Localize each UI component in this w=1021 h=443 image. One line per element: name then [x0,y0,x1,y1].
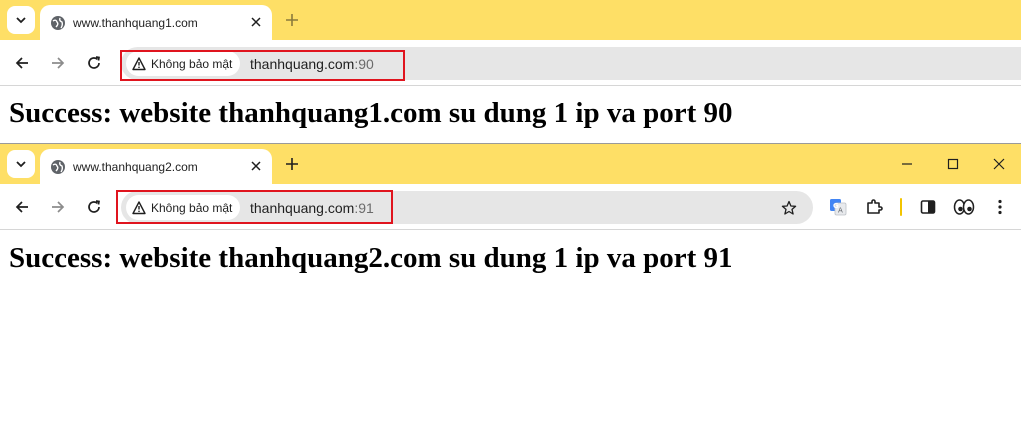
reload-icon[interactable] [82,51,106,75]
security-label: Không bảo mật [151,56,233,71]
url-text[interactable]: thanhquang.com:90 [250,56,374,72]
globe-icon [51,16,65,30]
forward-arrow-icon[interactable] [46,51,70,75]
side-panel-icon[interactable] [916,195,940,219]
close-icon[interactable] [248,14,264,30]
url-text[interactable]: thanhquang.com:91 [250,200,374,216]
toolbar-divider [900,198,902,216]
star-icon[interactable] [779,198,799,218]
url-host: thanhquang.com [250,200,355,216]
minimize-icon[interactable] [895,152,919,176]
maximize-icon[interactable] [941,152,965,176]
tab-active[interactable]: www.thanhquang1.com [40,5,272,41]
page-heading: Success: website thanhquang2.com su dung… [9,242,733,274]
window-close-icon[interactable] [987,152,1011,176]
forward-arrow-icon[interactable] [46,195,70,219]
more-menu-icon[interactable] [988,195,1012,219]
plus-icon[interactable] [282,154,302,174]
svg-text:A: A [838,207,843,215]
tab-active[interactable]: www.thanhquang2.com [40,149,272,185]
address-bar[interactable]: Không bảo mật thanhquang.com:90 [121,47,1021,80]
plus-icon[interactable] [282,10,302,30]
tab-strip: www.thanhquang1.com [0,0,1021,41]
page-heading: Success: website thanhquang1.com su dung… [9,97,733,129]
tab-search-icon[interactable] [7,150,35,178]
url-port: :90 [354,56,374,72]
back-arrow-icon[interactable] [10,51,34,75]
extensions-icon[interactable] [862,195,886,219]
security-chip[interactable]: Không bảo mật [126,195,241,220]
warning-icon [132,200,146,214]
url-host: thanhquang.com [250,56,355,72]
eyes-extension-icon[interactable] [952,195,976,219]
toolbar: Không bảo mật thanhquang.com:90 [0,40,1021,86]
globe-icon [51,160,65,174]
back-arrow-icon[interactable] [10,195,34,219]
warning-icon [132,56,146,70]
security-chip[interactable]: Không bảo mật [126,51,241,76]
close-icon[interactable] [248,158,264,174]
tab-strip: www.thanhquang2.com [0,144,1021,185]
browser-window-1: www.thanhquang1.com Không bảo mật thanhq… [0,0,1021,143]
address-bar[interactable]: Không bảo mật thanhquang.com:91 [121,191,813,224]
toolbar: Không bảo mật thanhquang.com:91 GA [0,184,1021,230]
reload-icon[interactable] [82,195,106,219]
browser-window-2: www.thanhquang2.com Không bảo mật thanhq… [0,143,1021,443]
tab-title: www.thanhquang1.com [73,16,198,30]
google-translate-icon[interactable]: GA [826,195,850,219]
security-label: Không bảo mật [151,200,233,215]
url-port: :91 [354,200,374,216]
tab-search-icon[interactable] [7,6,35,34]
tab-title: www.thanhquang2.com [73,160,198,174]
